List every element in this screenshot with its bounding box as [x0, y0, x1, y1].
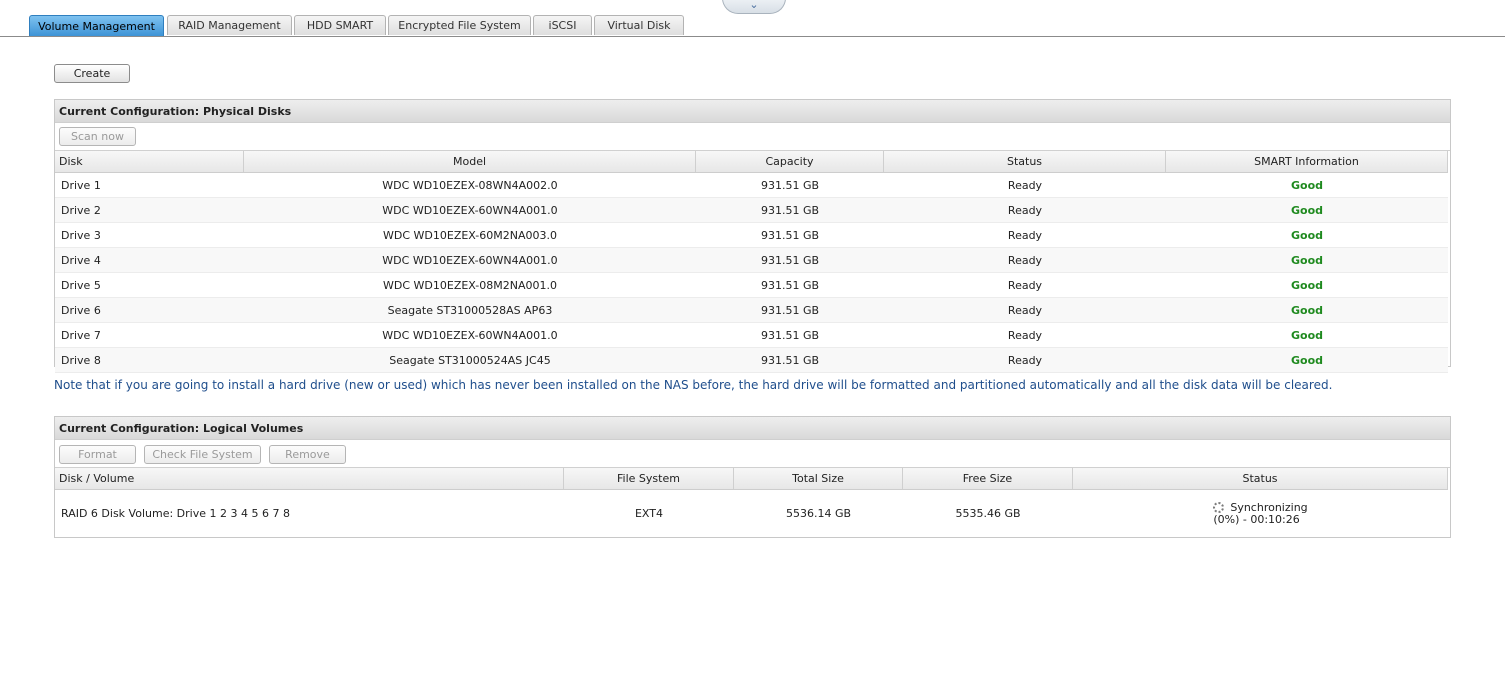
panel-collapse-handle[interactable]: ⌄: [722, 0, 786, 14]
volume-status-progress: (0%) - 00:10:26: [1213, 512, 1300, 526]
disk-capacity: 931.51 GB: [760, 203, 820, 217]
volume-status-text: Synchronizing: [1230, 500, 1308, 514]
tab-encrypted-file-system[interactable]: Encrypted File System: [388, 15, 531, 35]
disk-smart-info: Good: [1290, 353, 1324, 367]
chevron-down-icon: ⌄: [749, 0, 759, 11]
tab-bar: Volume Management RAID Management HDD SM…: [0, 15, 1505, 37]
disk-name: Drive 6: [61, 303, 101, 317]
disk-capacity: 931.51 GB: [760, 178, 820, 192]
disk-capacity: 931.51 GB: [760, 353, 820, 367]
disk-model: WDC WD10EZEX-60WN4A001.0: [382, 253, 558, 267]
disk-status: Ready: [1007, 328, 1043, 342]
format-button[interactable]: Format: [59, 445, 136, 464]
disk-capacity: 931.51 GB: [760, 228, 820, 242]
column-header-smart[interactable]: SMART Information: [1166, 151, 1448, 172]
physical-disks-toolbar: Scan now: [55, 123, 1450, 151]
disk-status: Ready: [1007, 228, 1043, 242]
disk-smart-info: Good: [1290, 303, 1324, 317]
table-row[interactable]: Drive 2 WDC WD10EZEX-60WN4A001.0 931.51 GB…: [55, 198, 1448, 223]
volume-name: RAID 6 Disk Volume: Drive 1 2 3 4 5 6 7 …: [61, 507, 290, 520]
physical-disks-panel: Current Configuration: Physical Disks Sc…: [54, 99, 1451, 373]
disk-status: Ready: [1007, 203, 1043, 217]
disk-status: Ready: [1007, 303, 1043, 317]
logical-volumes-header: Disk / Volume File System Total Size Fre…: [55, 468, 1448, 490]
physical-disks-title: Current Configuration: Physical Disks: [55, 100, 1450, 123]
spinner-icon: [1213, 502, 1225, 513]
scan-now-button[interactable]: Scan now: [59, 127, 136, 146]
disk-model: WDC WD10EZEX-60M2NA003.0: [383, 228, 557, 242]
tab-iscsi[interactable]: iSCSI: [533, 15, 592, 35]
disk-name: Drive 8: [61, 353, 101, 367]
column-header-model[interactable]: Model: [244, 151, 696, 172]
disk-name: Drive 1: [61, 178, 101, 192]
disk-smart-info: Good: [1290, 278, 1324, 292]
disk-name: Drive 4: [61, 253, 101, 267]
logical-volumes-toolbar: Format Check File System Remove: [55, 440, 1450, 468]
volume-total-size: 5536.14 GB: [785, 507, 852, 520]
disk-smart-info: Good: [1290, 203, 1324, 217]
column-header-capacity[interactable]: Capacity: [696, 151, 884, 172]
disk-status: Ready: [1007, 253, 1043, 267]
column-header-free-size[interactable]: Free Size: [903, 468, 1073, 489]
tab-raid-management[interactable]: RAID Management: [167, 15, 292, 35]
disk-name: Drive 3: [61, 228, 101, 242]
disk-model: Seagate ST31000528AS AP63: [387, 303, 553, 317]
disk-smart-info: Good: [1290, 328, 1324, 342]
volume-file-system: EXT4: [634, 507, 663, 520]
check-file-system-button[interactable]: Check File System: [144, 445, 261, 464]
column-header-file-system[interactable]: File System: [564, 468, 734, 489]
disk-smart-info: Good: [1290, 178, 1324, 192]
disk-smart-info: Good: [1290, 228, 1324, 242]
disk-capacity: 931.51 GB: [760, 253, 820, 267]
table-row[interactable]: Drive 1 WDC WD10EZEX-08WN4A002.0 931.51 GB…: [55, 173, 1448, 198]
table-row[interactable]: Drive 4 WDC WD10EZEX-60WN4A001.0 931.51 GB…: [55, 248, 1448, 273]
table-row[interactable]: Drive 7 WDC WD10EZEX-60WN4A001.0 931.51 GB…: [55, 323, 1448, 348]
disk-name: Drive 2: [61, 203, 101, 217]
disk-status: Ready: [1007, 278, 1043, 292]
disk-capacity: 931.51 GB: [760, 328, 820, 342]
tab-volume-management[interactable]: Volume Management: [29, 15, 164, 36]
disk-model: Seagate ST31000524AS JC45: [389, 353, 551, 367]
disk-model: WDC WD10EZEX-08WN4A002.0: [382, 178, 558, 192]
column-header-status[interactable]: Status: [884, 151, 1166, 172]
disk-capacity: 931.51 GB: [760, 278, 820, 292]
disk-name: Drive 7: [61, 328, 101, 342]
physical-disks-header: Disk Model Capacity Status SMART Informa…: [55, 151, 1448, 173]
disk-name: Drive 5: [61, 278, 101, 292]
disk-model: WDC WD10EZEX-60WN4A001.0: [382, 328, 558, 342]
table-row[interactable]: Drive 6 Seagate ST31000528AS AP63 931.51 G…: [55, 298, 1448, 323]
warning-note: Note that if you are going to install a …: [54, 378, 1333, 392]
disk-model: WDC WD10EZEX-08M2NA001.0: [383, 278, 557, 292]
disk-model: WDC WD10EZEX-60WN4A001.0: [382, 203, 558, 217]
column-header-volume-status[interactable]: Status: [1073, 468, 1448, 489]
disk-status: Ready: [1007, 178, 1043, 192]
disk-capacity: 931.51 GB: [760, 303, 820, 317]
disk-smart-info: Good: [1290, 253, 1324, 267]
column-header-disk-volume[interactable]: Disk / Volume: [55, 468, 564, 489]
table-row[interactable]: Drive 3 WDC WD10EZEX-60M2NA003.0 931.51 GB…: [55, 223, 1448, 248]
logical-volumes-title: Current Configuration: Logical Volumes: [55, 417, 1450, 440]
physical-disks-rows: Drive 1 WDC WD10EZEX-08WN4A002.0 931.51 GB…: [55, 173, 1450, 373]
create-button[interactable]: Create: [54, 64, 130, 83]
table-row[interactable]: Drive 8 Seagate ST31000524AS JC45 931.51 G…: [55, 348, 1448, 373]
table-row[interactable]: Drive 5 WDC WD10EZEX-08M2NA001.0 931.51 GB…: [55, 273, 1448, 298]
volume-free-size: 5535.46 GB: [955, 507, 1021, 520]
logical-volumes-panel: Current Configuration: Logical Volumes F…: [54, 416, 1451, 538]
column-header-disk[interactable]: Disk: [55, 151, 244, 172]
disk-status: Ready: [1007, 353, 1043, 367]
column-header-total-size[interactable]: Total Size: [734, 468, 903, 489]
tab-hdd-smart[interactable]: HDD SMART: [294, 15, 386, 35]
remove-button[interactable]: Remove: [269, 445, 346, 464]
tab-divider: [0, 36, 1505, 37]
volume-row[interactable]: RAID 6 Disk Volume: Drive 1 2 3 4 5 6 7 …: [55, 490, 1448, 537]
tab-virtual-disk[interactable]: Virtual Disk: [594, 15, 684, 35]
volume-status: Synchronizing (0%) - 00:10:26: [1073, 490, 1448, 537]
